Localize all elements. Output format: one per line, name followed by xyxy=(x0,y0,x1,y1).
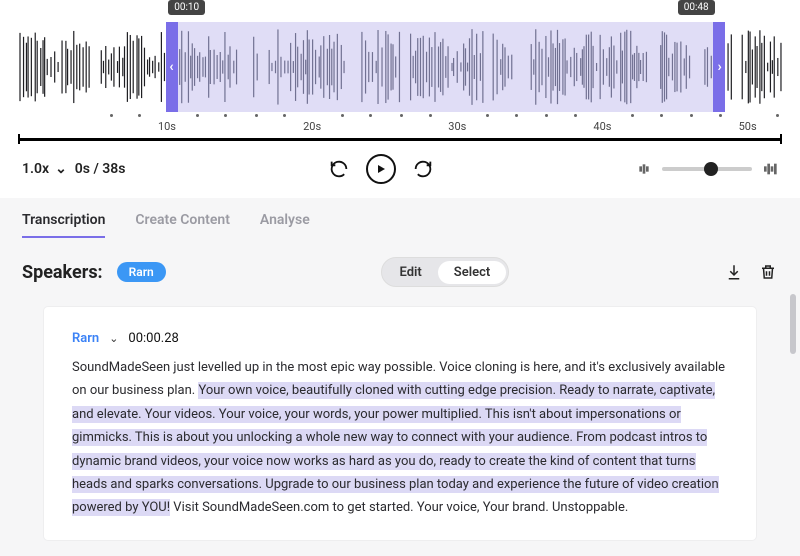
scrollbar-thumb[interactable] xyxy=(790,294,796,354)
chevron-down-icon[interactable]: ⌄ xyxy=(109,332,118,345)
waveform-area: ‹ › 00:10 00:48 10s 20s 30s 40s 50s xyxy=(0,0,800,142)
forward-icon xyxy=(412,158,434,180)
tab-analyse[interactable]: Analyse xyxy=(260,212,310,238)
tab-bar: Transcription Create Content Analyse xyxy=(22,212,778,239)
play-icon xyxy=(375,163,387,175)
tick-label: 30s xyxy=(448,120,466,133)
forward-button[interactable] xyxy=(408,154,438,184)
transcript-text-highlighted: Your own voice, beautifully cloned with … xyxy=(72,382,719,516)
edit-select-toggle[interactable]: EditSelect xyxy=(381,257,510,287)
download-button[interactable] xyxy=(724,262,744,282)
playback-controls: 1.0x ⌄ 0s / 38s xyxy=(0,142,800,198)
transcript-area: Rarn ⌄ 00:00.28 SoundMadeSeen just level… xyxy=(22,307,778,540)
waveform-selection[interactable]: ‹ › 00:10 00:48 xyxy=(166,22,724,112)
transcript-card: Rarn ⌄ 00:00.28 SoundMadeSeen just level… xyxy=(44,307,756,540)
rewind-icon xyxy=(328,158,350,180)
transcript-body[interactable]: SoundMadeSeen just levelled up in the mo… xyxy=(72,356,728,520)
volume-thumb[interactable] xyxy=(704,162,718,176)
playback-speed-value: 1.0x xyxy=(22,161,49,177)
volume-high-icon xyxy=(762,161,778,177)
selection-handle-right-icon[interactable]: › xyxy=(717,59,721,75)
sub-header-area: Transcription Create Content Analyse Speak… xyxy=(0,198,800,307)
playback-position: 0s / 38s xyxy=(75,161,126,177)
volume-slider[interactable] xyxy=(662,167,752,171)
speakers-label: Speakers: xyxy=(22,262,103,283)
tick-label: 40s xyxy=(593,120,611,133)
transcript-speaker-name[interactable]: Rarn xyxy=(72,331,99,346)
delete-button[interactable] xyxy=(758,262,778,282)
trash-icon xyxy=(759,263,777,281)
selection-end-time: 00:48 xyxy=(678,0,715,15)
speaker-chip[interactable]: Rarn xyxy=(117,262,166,282)
toggle-option-edit[interactable]: Edit xyxy=(384,261,438,284)
chevron-down-icon: ⌄ xyxy=(55,161,67,177)
waveform-time-ticks: 10s 20s 30s 40s 50s xyxy=(18,114,782,132)
waveform-track[interactable]: ‹ › 00:10 00:48 xyxy=(18,22,782,112)
timeline-bar[interactable] xyxy=(18,136,782,142)
selection-start-time: 00:10 xyxy=(168,0,205,15)
tab-transcription[interactable]: Transcription xyxy=(22,212,105,238)
transcript-timestamp: 00:00.28 xyxy=(128,331,178,346)
toggle-option-select[interactable]: Select xyxy=(438,261,506,284)
transcript-text-post: Visit SoundMadeSeen.com to get started. … xyxy=(170,500,628,515)
tick-label: 10s xyxy=(158,120,176,133)
download-icon xyxy=(725,263,743,281)
playback-speed-selector[interactable]: 1.0x ⌄ xyxy=(22,161,67,177)
tick-label: 50s xyxy=(739,120,757,133)
rewind-button[interactable] xyxy=(324,154,354,184)
tab-create-content[interactable]: Create Content xyxy=(135,212,230,238)
play-button[interactable] xyxy=(366,154,396,184)
tick-label: 20s xyxy=(303,120,321,133)
speakers-row: Speakers: Rarn EditSelect xyxy=(22,239,778,291)
volume-low-icon xyxy=(636,161,652,177)
selection-handle-left-icon[interactable]: ‹ xyxy=(169,59,173,75)
